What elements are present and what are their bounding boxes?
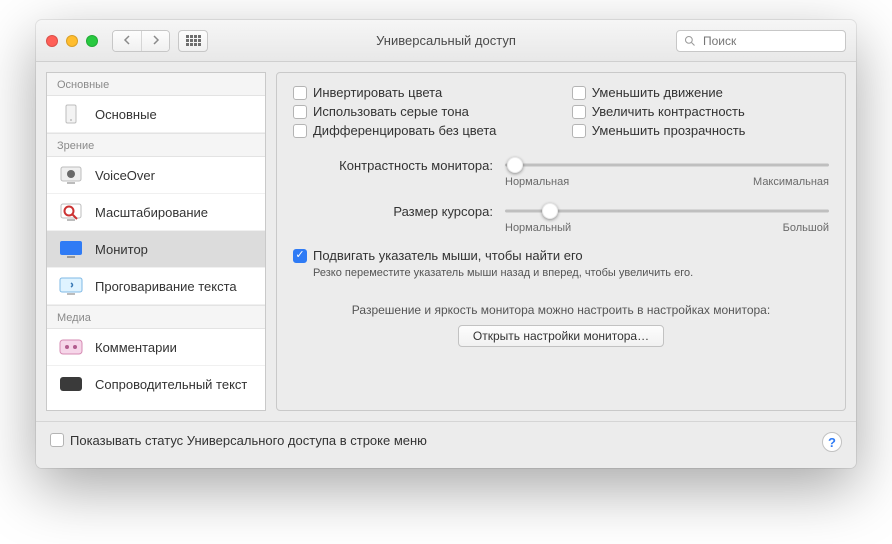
sidebar-item-zoom[interactable]: Масштабирование [47,194,265,231]
captions-icon [57,373,85,395]
window-body: Основные Основные Зрение VoiceOver [36,62,856,422]
voiceover-icon [57,164,85,186]
diff-without-color-checkbox[interactable]: Дифференцировать без цвета [293,123,550,138]
sidebar-item-descriptions[interactable]: Комментарии [47,329,265,366]
search-input[interactable] [676,30,846,52]
cursor-slider[interactable] [505,202,829,220]
sidebar-item-voiceover[interactable]: VoiceOver [47,157,265,194]
sidebar-item-label: Комментарии [95,340,177,355]
show-status-menu-checkbox[interactable]: Показывать статус Универсального доступа… [50,433,427,448]
forward-button[interactable] [141,31,169,51]
checkbox-label: Увеличить контрастность [592,104,745,119]
show-all-button[interactable] [178,30,208,52]
cursor-label: Размер курсора: [293,204,493,219]
sidebar-item-speech[interactable]: Проговаривание текста [47,268,265,305]
titlebar: Универсальный доступ [36,20,856,62]
grayscale-checkbox[interactable]: Использовать серые тона [293,104,550,119]
speech-icon [57,275,85,297]
sidebar-item-label: Монитор [95,242,148,257]
sidebar-item-label: Масштабирование [95,205,208,220]
minimize-window-button[interactable] [66,35,78,47]
sidebar-item-captions[interactable]: Сопроводительный текст [47,366,265,395]
shake-mouse-hint: Резко переместите указатель мыши назад и… [313,267,829,279]
sidebar-item-label: Проговаривание текста [95,279,237,294]
slider-min-label: Нормальный [505,222,571,234]
general-icon [57,103,85,125]
slider-max-label: Большой [783,222,829,234]
cursor-scale: Нормальный Большой [505,222,829,234]
reduce-transparency-checkbox[interactable]: Уменьшить прозрачность [572,123,829,138]
slider-max-label: Максимальная [753,176,829,188]
grid-icon [186,35,201,46]
sidebar-section-vision: Зрение [47,133,265,157]
contrast-label: Контрастность монитора: [293,158,493,173]
window-controls [46,35,98,47]
cursor-slider-row: Размер курсора: [293,202,829,220]
checkbox-label: Использовать серые тона [313,104,469,119]
sidebar-item-general[interactable]: Основные [47,96,265,133]
main-panel: Инвертировать цвета Использовать серые т… [276,72,846,411]
checkbox-label: Инвертировать цвета [313,85,442,100]
shake-mouse-block: Подвигать указатель мыши, чтобы найти ег… [293,248,829,279]
search-icon [684,35,696,47]
sidebar-item-display[interactable]: Монитор [47,231,265,268]
contrast-slider[interactable] [505,156,829,174]
slider-thumb[interactable] [507,157,523,173]
checkbox-icon [293,249,307,263]
checkbox-icon [293,124,307,138]
sidebar-item-label: Основные [95,107,157,122]
help-button[interactable]: ? [822,432,842,452]
checkbox-icon [572,105,586,119]
zoom-icon [57,201,85,223]
footer: Показывать статус Универсального доступа… [36,422,856,468]
checkbox-label: Уменьшить прозрачность [592,123,746,138]
display-icon [57,238,85,260]
checkbox-label: Показывать статус Универсального доступа… [70,433,427,448]
checkbox-icon [572,124,586,138]
search-field-wrap [676,30,846,52]
checkbox-label: Дифференцировать без цвета [313,123,496,138]
checkbox-label: Подвигать указатель мыши, чтобы найти ег… [313,248,583,263]
reduce-motion-checkbox[interactable]: Уменьшить движение [572,85,829,100]
checkbox-icon [293,86,307,100]
sidebar: Основные Основные Зрение VoiceOver [46,72,266,411]
invert-colors-checkbox[interactable]: Инвертировать цвета [293,85,550,100]
resolution-note: Разрешение и яркость монитора можно наст… [293,303,829,317]
checkbox-icon [50,433,64,447]
zoom-window-button[interactable] [86,35,98,47]
nav-back-forward [112,30,170,52]
checkbox-label: Уменьшить движение [592,85,723,100]
close-window-button[interactable] [46,35,58,47]
contrast-slider-row: Контрастность монитора: [293,156,829,174]
descriptions-icon [57,336,85,358]
slider-min-label: Нормальная [505,176,569,188]
back-button[interactable] [113,31,141,51]
sidebar-item-label: Сопроводительный текст [95,377,247,392]
checkbox-icon [572,86,586,100]
sidebar-scroll[interactable]: Основные Основные Зрение VoiceOver [47,73,265,410]
sidebar-section-general: Основные [47,73,265,96]
checkbox-icon [293,105,307,119]
shake-mouse-checkbox[interactable]: Подвигать указатель мыши, чтобы найти ег… [293,248,829,263]
sidebar-item-label: VoiceOver [95,168,155,183]
checkbox-grid: Инвертировать цвета Использовать серые т… [293,85,829,142]
contrast-scale: Нормальная Максимальная [505,176,829,188]
increase-contrast-checkbox[interactable]: Увеличить контрастность [572,104,829,119]
open-display-settings-button[interactable]: Открыть настройки монитора… [458,325,664,347]
preferences-window: Универсальный доступ Основные Основные З… [36,20,856,468]
sidebar-section-media: Медиа [47,305,265,329]
slider-thumb[interactable] [542,203,558,219]
